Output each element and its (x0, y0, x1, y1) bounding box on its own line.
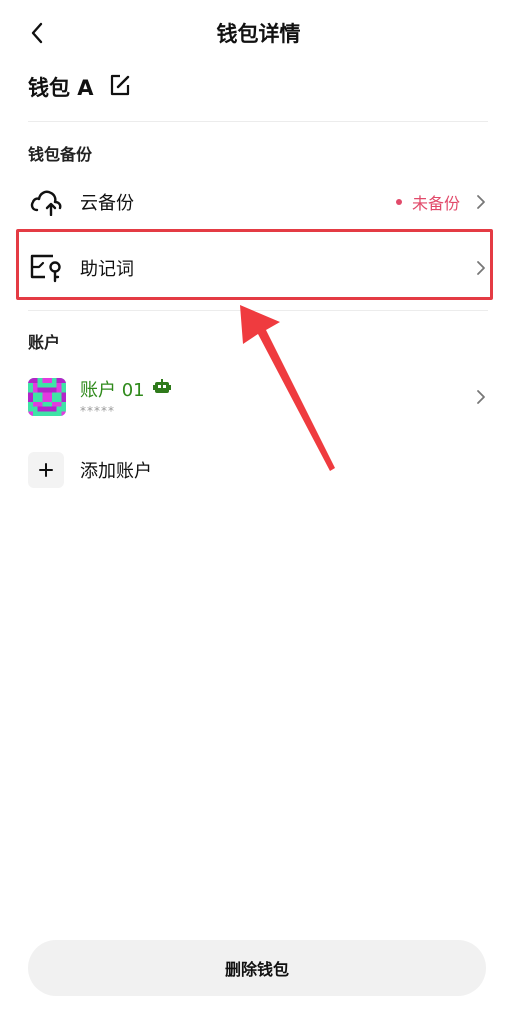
chevron-right-icon (474, 195, 488, 209)
page-title: 钱包详情 (216, 22, 301, 46)
chevron-right-icon (474, 390, 488, 404)
delete-wallet-button[interactable]: 删除钱包 (28, 940, 486, 996)
cloud-backup-row[interactable]: 云备份 未备份 (28, 178, 488, 226)
avatar (28, 378, 66, 416)
backup-status-text: 未备份 (411, 194, 460, 213)
accounts-section-label: 账户 (28, 333, 61, 352)
add-account-label: 添加账户 (80, 461, 152, 482)
status-dot (395, 199, 402, 205)
account-name: 账户 01 (80, 380, 145, 401)
wallet-name-row: 钱包 A (28, 72, 132, 102)
plus-icon (39, 463, 53, 477)
wallet-name: 钱包 A (28, 76, 94, 100)
divider (28, 121, 488, 122)
cloud-upload-icon (28, 184, 64, 220)
robot-icon (152, 379, 171, 399)
backup-section-label: 钱包备份 (28, 145, 93, 164)
add-account-button[interactable] (28, 452, 64, 488)
edit-icon[interactable] (108, 73, 132, 101)
annotation-arrow (240, 305, 335, 471)
add-account-row[interactable]: 添加账户 (28, 452, 152, 488)
cloud-backup-label: 云备份 (80, 193, 134, 214)
highlight-box (16, 229, 493, 300)
